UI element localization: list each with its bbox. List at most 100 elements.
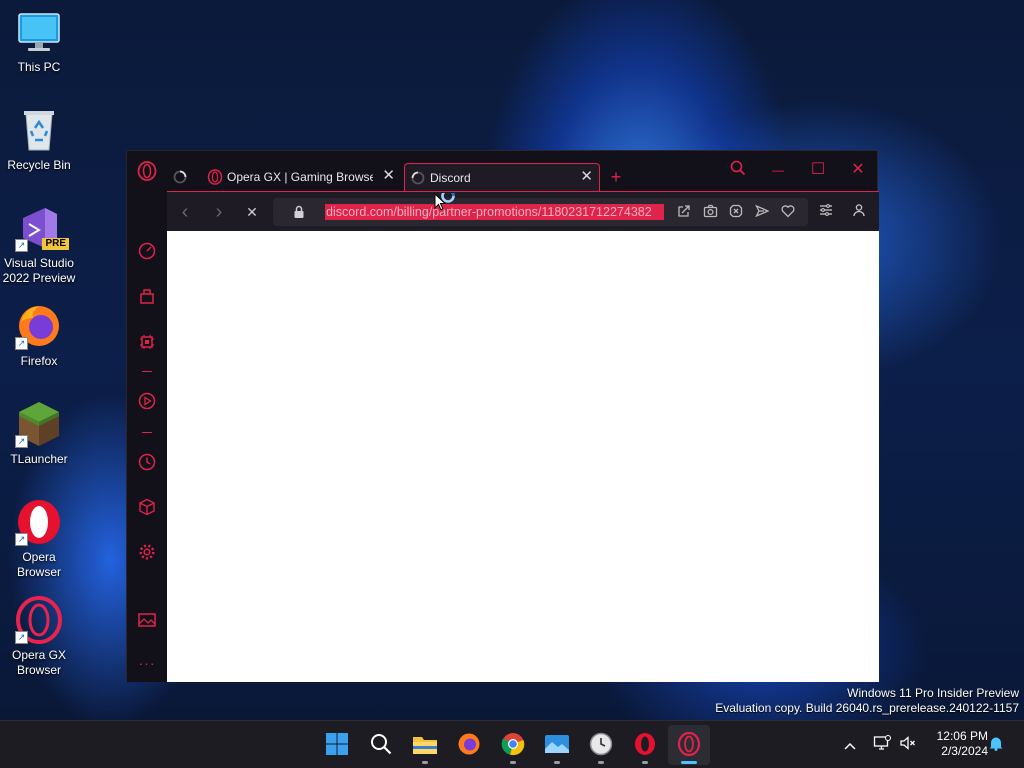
watermark-line: Evaluation copy. Build 26040.rs_prerelea… [715, 701, 1019, 715]
tab-close-icon[interactable]: ✕ [382, 168, 395, 184]
start-icon[interactable] [324, 731, 350, 757]
network-icon[interactable] [872, 735, 892, 755]
clock-app-icon[interactable] [588, 731, 614, 757]
running-indicator [598, 761, 604, 764]
clock-time: 12:06 PM [936, 729, 988, 743]
desktop-icon-recycle-bin[interactable]: Recycle Bin [0, 106, 78, 173]
opera-gx-favicon-icon [207, 169, 223, 185]
active-indicator [681, 761, 697, 764]
shortcut-arrow-icon: ↗ [15, 239, 28, 252]
volume-muted-icon[interactable] [898, 735, 918, 755]
desktop-icon-opera-gx[interactable]: ↗ Opera GX Browser [0, 596, 78, 678]
profile-icon[interactable] [850, 203, 868, 221]
desktop-icon-label: Visual Studio [4, 256, 74, 270]
running-indicator [510, 761, 516, 764]
desktop-icon-label: Recycle Bin [7, 158, 71, 172]
grass-block-icon: ↗ [15, 400, 63, 448]
clock-date: 2/3/2024 [941, 744, 988, 758]
desktop-icon-opera[interactable]: ↗ Opera Browser [0, 498, 78, 580]
page-content[interactable] [167, 231, 879, 682]
notification-bell-icon[interactable] [986, 735, 1006, 755]
taskbar: 12:06 PM 2/3/2024 [0, 720, 1024, 768]
running-indicator [422, 761, 428, 764]
bookmark-heart-icon[interactable] [779, 204, 797, 222]
search-icon[interactable] [368, 731, 394, 757]
url-field[interactable]: discord.com/billing/partner-promotions/1… [273, 198, 808, 226]
file-explorer-icon[interactable] [412, 731, 438, 757]
url-text[interactable]: discord.com/billing/partner-promotions/1… [325, 204, 664, 220]
desktop-icon-this-pc[interactable]: This PC [0, 8, 78, 75]
history-icon[interactable] [137, 452, 157, 472]
shortcut-arrow-icon: ↗ [15, 631, 28, 644]
shortcut-arrow-icon: ↗ [15, 533, 28, 546]
monitor-icon [15, 8, 63, 56]
tab-label: Discord [430, 170, 471, 185]
firefox-icon: ↗ [15, 302, 63, 350]
tab-opera-gx[interactable]: Opera GX | Gaming Browse ✕ [207, 163, 401, 191]
firefox-icon[interactable] [456, 731, 482, 757]
desktop-icon-label: Browser [16, 663, 61, 677]
ad-blocker-icon[interactable] [727, 204, 745, 222]
opera-icon: ↗ [15, 498, 63, 546]
photos-icon[interactable] [544, 731, 570, 757]
mouse-cursor-icon [434, 189, 460, 224]
windows-watermark: Windows 11 Pro Insider Preview Evaluatio… [715, 686, 1019, 716]
desktop-icon-label: Firefox [20, 354, 58, 368]
tab-discord[interactable]: Discord ✕ [404, 163, 600, 191]
desktop-icon-tlauncher[interactable]: ↗ TLauncher [0, 400, 78, 467]
settings-gear-icon[interactable] [137, 542, 157, 562]
gx-control-icon[interactable] [137, 332, 157, 352]
send-to-flow-icon[interactable] [753, 204, 771, 222]
maximize-button[interactable]: ☐ [805, 159, 831, 181]
desktop-icon-label: 2022 Preview [2, 271, 76, 285]
tab-search-icon[interactable] [725, 159, 751, 181]
player-icon[interactable] [137, 391, 157, 411]
pre-badge: PRE [42, 238, 69, 250]
tab-label: Opera GX | Gaming Browse [227, 170, 373, 184]
share-icon[interactable] [675, 204, 693, 222]
opera-menu-icon[interactable] [137, 161, 157, 181]
sidebar-more-icon[interactable]: ··· [137, 653, 157, 673]
back-button[interactable]: ‹ [175, 202, 195, 222]
loading-spinner-icon [173, 163, 187, 191]
opera-gx-icon[interactable] [676, 731, 702, 757]
desktop-icon-visual-studio[interactable]: PRE ↗ Visual Studio 2022 Preview [0, 204, 78, 286]
desktop-icon-label: TLauncher [10, 452, 68, 466]
shortcut-arrow-icon: ↗ [15, 337, 28, 350]
wallpaper-image-icon[interactable] [137, 610, 157, 630]
tab-loading-spinner-icon [411, 171, 425, 185]
easy-setup-icon[interactable] [817, 203, 835, 221]
gx-corner-icon[interactable] [137, 286, 157, 306]
speed-dial-icon[interactable] [137, 241, 157, 261]
watermark-line: Windows 11 Pro Insider Preview [847, 686, 1019, 700]
desktop-icon-label: Opera [22, 550, 56, 564]
lock-icon[interactable] [293, 205, 305, 224]
desktop-icon-firefox[interactable]: ↗ Firefox [0, 302, 78, 369]
sidebar-divider [142, 371, 152, 372]
desktop-icon-label: This PC [17, 60, 61, 74]
running-indicator [554, 761, 560, 764]
opera-gx-window: ··· Opera GX | Gaming Browse ✕ Discord ✕… [126, 150, 879, 682]
snapshot-camera-icon[interactable] [701, 204, 719, 222]
address-bar: ‹ › ✕ discord.com/billing/partner-promot… [167, 191, 879, 231]
opera-gx-icon: ↗ [15, 596, 63, 644]
shortcut-arrow-icon: ↗ [15, 435, 28, 448]
stop-loading-button[interactable]: ✕ [242, 202, 262, 222]
running-indicator [642, 761, 648, 764]
sidebar: ··· [127, 151, 167, 682]
show-hidden-icons-chevron-icon[interactable] [840, 735, 860, 755]
desktop-icon-label: Opera GX [11, 648, 67, 662]
recycle-bin-icon [15, 106, 63, 154]
tab-close-icon[interactable]: ✕ [580, 169, 593, 185]
desktop-icon-label: Browser [16, 565, 61, 579]
system-clock[interactable]: 12:06 PM 2/3/2024 [926, 729, 988, 759]
visual-studio-icon: PRE ↗ [15, 204, 69, 252]
forward-button[interactable]: › [209, 202, 229, 222]
close-window-button[interactable]: ✕ [845, 159, 871, 181]
sidebar-divider [142, 432, 152, 433]
new-tab-button[interactable]: + [607, 163, 625, 191]
opera-icon[interactable] [632, 731, 658, 757]
chrome-icon[interactable] [500, 731, 526, 757]
extensions-cube-icon[interactable] [137, 497, 157, 517]
minimize-button[interactable]: — [765, 159, 791, 181]
